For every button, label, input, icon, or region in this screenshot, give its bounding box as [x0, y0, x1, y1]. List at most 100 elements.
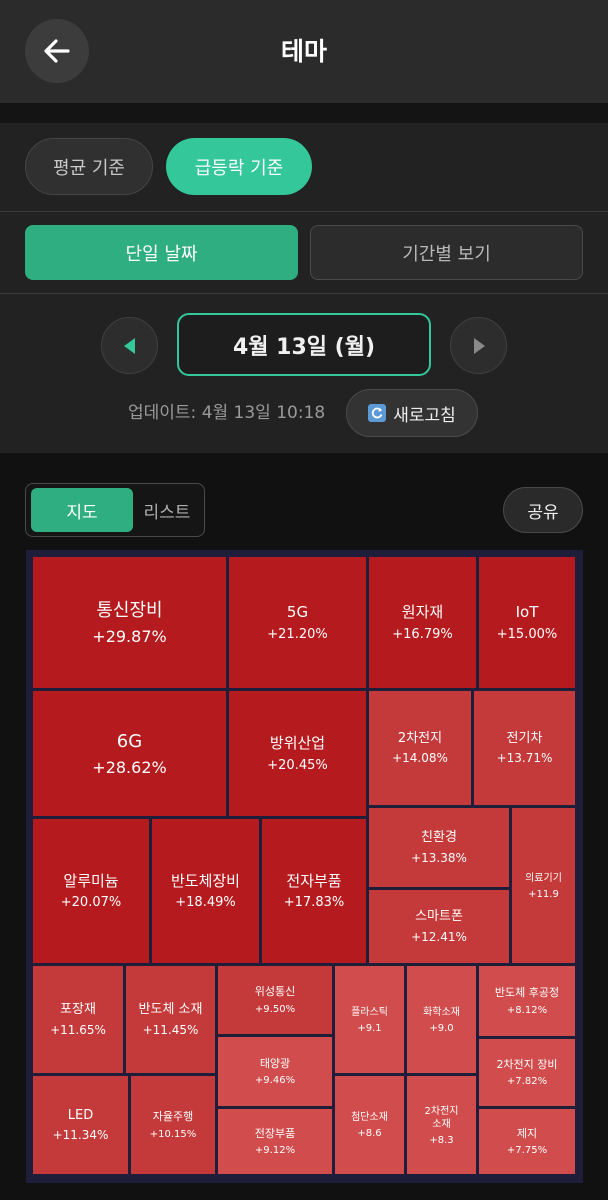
divider — [0, 293, 608, 294]
tile-name: 스마트폰 — [415, 909, 463, 925]
tile-change: +12.41% — [411, 929, 467, 944]
surge-basis-chip[interactable]: 급등락 기준 — [166, 138, 312, 195]
list-view-tab[interactable]: 리스트 — [133, 488, 201, 532]
tile-name: 2차전지 — [397, 730, 443, 746]
tile-name: 플라스틱 — [351, 1006, 388, 1018]
treemap-tile[interactable]: 의료기기 +11.9 — [512, 808, 575, 963]
tile-name: 반도체장비 — [170, 871, 240, 890]
treemap-tile[interactable]: 반도체 소재 +11.45% — [126, 966, 215, 1073]
tile-name: 2차전지 장비 — [496, 1057, 558, 1071]
header-separator — [0, 103, 608, 123]
treemap-tile[interactable]: 2차전지 장비 +7.82% — [479, 1039, 575, 1106]
tile-change: +13.38% — [411, 850, 467, 865]
treemap-tile[interactable]: 6G +28.62% — [33, 691, 226, 816]
treemap-tile[interactable]: 방위산업 +20.45% — [229, 691, 366, 816]
refresh-label: 새로고침 — [393, 405, 456, 426]
tile-change: +9.50% — [254, 1003, 296, 1015]
refresh-button[interactable]: 새로고침 — [346, 389, 478, 437]
treemap-tile[interactable]: 제지 +7.75% — [479, 1109, 575, 1174]
refresh-icon — [368, 404, 387, 422]
tile-name: 알루미늄 — [63, 871, 119, 890]
tile-change: +15.00% — [496, 626, 558, 642]
treemap-tile[interactable]: 2차전지 +14.08% — [369, 691, 471, 805]
tile-change: +9.1 — [357, 1022, 382, 1034]
period-view-button[interactable]: 기간별 보기 — [310, 225, 583, 280]
tile-name: 전장부품 — [254, 1126, 296, 1140]
treemap-tile[interactable]: 태양광 +9.46% — [218, 1037, 332, 1106]
current-date[interactable]: 4월 13일 (월) — [177, 313, 431, 376]
tile-name: 포장재 — [60, 1002, 96, 1018]
tile-change: +14.08% — [392, 751, 448, 766]
page-title: 테마 — [280, 37, 327, 66]
treemap-tile[interactable]: 친환경 +13.38% — [369, 808, 509, 887]
treemap-tile[interactable]: 전기차 +13.71% — [474, 691, 575, 805]
view-toggle: 지도 리스트 — [25, 483, 205, 537]
tile-name: 방위산업 — [269, 734, 326, 753]
tile-change: +11.9 — [528, 888, 559, 900]
tile-change: +17.83% — [283, 895, 345, 911]
tile-name: 제지 — [516, 1126, 538, 1140]
treemap-tile[interactable]: LED +11.34% — [33, 1076, 128, 1174]
triangle-left-icon — [123, 337, 135, 354]
tile-name: 전자부품 — [286, 871, 342, 890]
share-button[interactable]: 공유 — [503, 487, 583, 533]
tile-name: 원자재 — [401, 603, 444, 622]
tile-change: +13.71% — [496, 751, 553, 766]
treemap-tile[interactable]: 통신장비 +29.87% — [33, 557, 226, 688]
treemap-tile[interactable]: 2차전지 소재 +8.3 — [407, 1076, 476, 1174]
tile-change: +11.65% — [50, 1022, 106, 1037]
next-date-button[interactable] — [450, 317, 507, 374]
tile-change: +9.12% — [254, 1145, 296, 1157]
tile-change: +21.20% — [267, 626, 328, 642]
average-basis-chip[interactable]: 평균 기준 — [25, 138, 153, 195]
top-bar: 테마 — [0, 0, 608, 103]
treemap-tile[interactable]: 첨단소재 +8.6 — [335, 1076, 404, 1174]
tile-change: +8.12% — [506, 1004, 548, 1016]
single-date-button[interactable]: 단일 날짜 — [25, 225, 298, 280]
treemap-tile[interactable]: 자율주행 +10.15% — [131, 1076, 215, 1174]
tile-name: 반도체 후공정 — [494, 986, 560, 1000]
triangle-right-icon — [473, 337, 485, 354]
tile-change: +10.15% — [149, 1128, 197, 1140]
tile-name: 화학소재 — [423, 1006, 460, 1018]
tile-name: 친환경 — [421, 830, 457, 846]
treemap-tile[interactable]: 반도체 후공정 +8.12% — [479, 966, 575, 1036]
tile-change: +9.46% — [254, 1075, 296, 1087]
tile-name: 태양광 — [259, 1056, 291, 1070]
prev-date-button[interactable] — [101, 317, 158, 374]
tile-change: +20.45% — [267, 757, 328, 773]
tile-change: +16.79% — [392, 626, 453, 642]
tile-name: 6G — [116, 731, 143, 753]
tile-change: +7.75% — [506, 1145, 548, 1157]
treemap-tile[interactable]: 원자재 +16.79% — [369, 557, 476, 688]
treemap-tile[interactable]: IoT +15.00% — [479, 557, 575, 688]
tile-name: 위성통신 — [254, 985, 296, 999]
tile-name: 통신장비 — [96, 600, 163, 622]
treemap-tile[interactable]: 스마트폰 +12.41% — [369, 890, 509, 963]
tile-change: +18.49% — [175, 895, 236, 911]
tile-name: 의료기기 — [525, 872, 562, 884]
treemap-tile[interactable]: 전자부품 +17.83% — [262, 819, 366, 963]
treemap-tile[interactable]: 5G +21.20% — [229, 557, 366, 688]
tile-change: +11.45% — [142, 1022, 199, 1037]
treemap-tile[interactable]: 전장부품 +9.12% — [218, 1109, 332, 1174]
theme-treemap: 통신장비 +29.87% 5G +21.20% 원자재 +16.79% IoT +15.00%… — [26, 550, 583, 1183]
tile-change: +20.07% — [60, 895, 122, 911]
treemap-tile[interactable]: 포장재 +11.65% — [33, 966, 123, 1073]
treemap-tile[interactable]: 화학소재 +9.0 — [407, 966, 476, 1073]
tile-name: 자율주행 — [152, 1110, 194, 1124]
tile-name: 2차전지 소재 — [424, 1105, 459, 1130]
tile-change: +7.82% — [506, 1076, 548, 1088]
treemap-tile[interactable]: 반도체장비 +18.49% — [152, 819, 259, 963]
treemap-tile[interactable]: 위성통신 +9.50% — [218, 966, 332, 1034]
tile-change: +8.3 — [429, 1134, 454, 1146]
tile-name: 반도체 소재 — [138, 1002, 203, 1018]
treemap-tile[interactable]: 알루미늄 +20.07% — [33, 819, 149, 963]
tile-name: 전기차 — [506, 730, 543, 746]
map-view-tab[interactable]: 지도 — [31, 488, 133, 532]
divider — [0, 211, 608, 212]
tile-change: +11.34% — [52, 1128, 109, 1143]
tile-name: LED — [67, 1107, 94, 1123]
treemap-tile[interactable]: 플라스틱 +9.1 — [335, 966, 404, 1073]
tile-change: +28.62% — [92, 757, 167, 777]
